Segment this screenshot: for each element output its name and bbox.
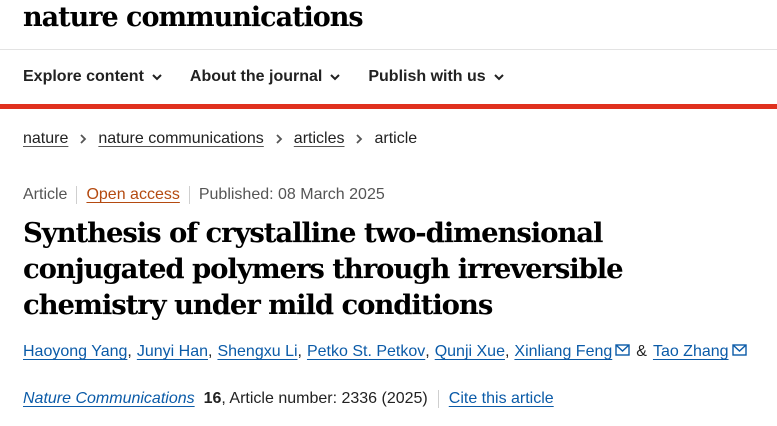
chevron-down-icon <box>330 74 341 81</box>
breadcrumb-nature[interactable]: nature <box>23 130 68 148</box>
nav-label: Publish with us <box>368 68 486 85</box>
breadcrumb: nature nature communications articles ar… <box>23 130 417 148</box>
author-separator: , <box>425 343 430 360</box>
author-separator: , <box>297 343 302 360</box>
main-nav: Explore content About the journal Publis… <box>0 50 777 104</box>
breadcrumb-nature-communications[interactable]: nature communications <box>98 130 263 148</box>
masthead: nature communications <box>0 0 777 50</box>
cite-this-article-link[interactable]: Cite this article <box>449 390 554 408</box>
meta-divider <box>188 186 190 204</box>
author-separator: , <box>504 343 510 360</box>
author-list: Haoyong Yang, Junyi Han, Shengxu Li, Pet… <box>23 343 747 361</box>
citation-divider <box>437 390 439 408</box>
citation-line: Nature Communications 16 , Article numbe… <box>23 390 554 408</box>
author-conjunction: & <box>636 343 647 360</box>
chevron-down-icon <box>493 74 504 81</box>
open-access-link[interactable]: Open access <box>86 186 179 204</box>
mail-icon[interactable] <box>731 344 747 356</box>
article-number: , Article number: 2336 (2025) <box>221 390 428 407</box>
nav-publish-with-us[interactable]: Publish with us <box>368 68 504 86</box>
article-title: Synthesis of crystalline two-dimensional… <box>23 217 624 321</box>
author-separator: , <box>208 343 213 360</box>
mail-icon[interactable] <box>615 344 630 356</box>
author-link[interactable]: Haoyong Yang <box>23 343 127 361</box>
nav-label: Explore content <box>23 68 144 85</box>
author-link[interactable]: Tao Zhang <box>653 343 729 361</box>
meta-divider <box>76 186 78 204</box>
volume-number: 16 <box>203 390 222 407</box>
breadcrumb-articles[interactable]: articles <box>294 130 345 148</box>
nav-about-journal[interactable]: About the journal <box>190 68 341 86</box>
chevron-right-icon <box>276 134 283 144</box>
published-date: Published: 08 March 2025 <box>198 186 385 203</box>
chevron-right-icon <box>356 134 363 144</box>
author-separator: , <box>127 343 132 360</box>
chevron-right-icon <box>80 134 87 144</box>
nav-explore-content[interactable]: Explore content <box>23 68 163 86</box>
site-logo[interactable]: nature communications <box>23 2 364 33</box>
author-link[interactable]: Shengxu Li <box>217 343 297 361</box>
article-type: Article <box>23 186 68 203</box>
journal-link[interactable]: Nature Communications <box>23 390 195 408</box>
author-link[interactable]: Xinliang Feng <box>514 343 612 361</box>
author-link[interactable]: Petko St. Petkov <box>307 343 425 361</box>
accent-divider <box>0 104 777 109</box>
chevron-down-icon <box>152 74 162 81</box>
author-link[interactable]: Qunji Xue <box>435 343 505 361</box>
article-meta: Article Open access Published: 08 March … <box>23 186 385 204</box>
author-link[interactable]: Junyi Han <box>137 343 208 361</box>
nav-label: About the journal <box>189 68 323 85</box>
breadcrumb-current: article <box>374 130 418 147</box>
